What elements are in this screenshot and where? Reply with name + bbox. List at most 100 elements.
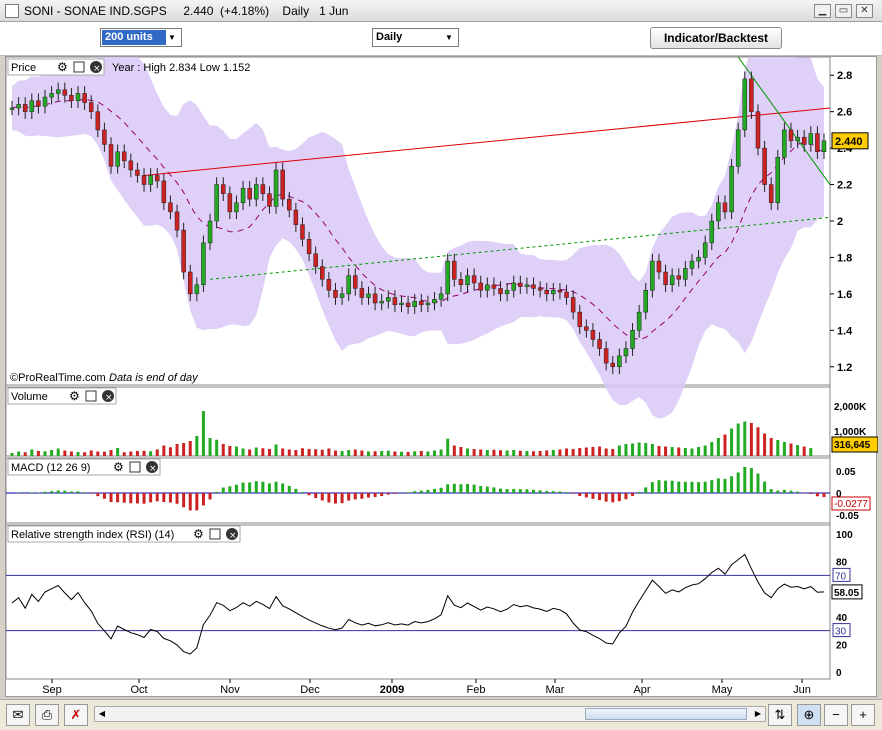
macd-bar	[347, 493, 351, 501]
volume-bar	[683, 448, 687, 456]
macd-bar	[433, 488, 437, 493]
status-bar: ✉ ⎙ ✗ ◀ ▶ ⇅ ⊕ − +	[0, 699, 882, 730]
indicator-backtest-button[interactable]: Indicator/Backtest	[650, 27, 782, 49]
candle-up	[148, 175, 153, 185]
volume-bar	[505, 450, 509, 456]
macd-bar	[749, 468, 753, 493]
volume-bar	[578, 448, 582, 456]
macd-bar	[624, 493, 628, 500]
volume-bar	[413, 451, 417, 456]
volume-bar	[802, 446, 806, 456]
macd-bar	[545, 491, 549, 493]
scroll-right-arrow[interactable]: ▶	[751, 707, 765, 721]
macd-bar	[525, 489, 529, 493]
volume-tick-label: 1,000K	[834, 427, 867, 438]
macd-bar	[512, 488, 516, 493]
close-icon-glyph: ×	[229, 531, 237, 541]
macd-bar	[50, 491, 54, 493]
candle-down	[755, 111, 761, 149]
macd-bar	[617, 493, 621, 502]
volume-tick-label: 2,000K	[834, 402, 867, 413]
candle-up	[636, 311, 642, 331]
print-icon[interactable]: ⎙	[35, 704, 59, 726]
volume-bar	[83, 452, 87, 456]
period-select[interactable]: Daily ▼	[372, 28, 459, 47]
chevron-down-icon[interactable]: ▼	[165, 31, 179, 44]
volume-bar	[789, 443, 793, 456]
volume-bar	[300, 448, 304, 456]
volume-bar	[23, 452, 27, 456]
year-high-low: Year : High 2.834 Low 1.152	[112, 62, 250, 74]
macd-bar	[730, 476, 734, 493]
rsi-level-label: 30	[835, 627, 847, 638]
scroll-left-arrow[interactable]: ◀	[95, 707, 109, 721]
chart-scrollbar[interactable]: ◀ ▶	[94, 706, 766, 722]
candle-up	[689, 260, 695, 269]
volume-bar	[525, 451, 529, 456]
macd-bar	[657, 480, 661, 493]
candle-down	[768, 184, 774, 204]
volume-bar	[129, 451, 133, 456]
candle-down	[320, 266, 325, 280]
macd-bar	[809, 493, 813, 494]
volume-bar	[96, 451, 100, 456]
candle-down	[187, 271, 193, 295]
candle-up	[346, 275, 351, 295]
candle-up	[207, 220, 213, 244]
minimize-button[interactable]: ▁	[814, 4, 831, 18]
volume-bar	[446, 438, 450, 456]
volume-bar	[340, 451, 344, 456]
macd-bar	[782, 489, 786, 493]
volume-bar	[736, 423, 740, 456]
units-select[interactable]: 200 units ▼	[100, 28, 182, 47]
volume-bar	[50, 450, 54, 456]
maximize-button[interactable]: ▭	[835, 4, 852, 18]
macd-bar	[228, 486, 232, 493]
volume-bar	[195, 436, 199, 456]
macd-bar	[135, 493, 139, 504]
x-axis-label: Jun	[793, 684, 811, 696]
email-icon[interactable]: ✉	[6, 704, 30, 726]
candle-up	[729, 166, 734, 213]
chart-svg[interactable]: 2.82.62.42.221.81.61.41.22.440Price⚙×Vol…	[6, 57, 878, 698]
volume-bar	[43, 451, 47, 456]
delete-icon[interactable]: ✗	[64, 704, 88, 726]
volume-bar	[650, 444, 654, 456]
chevron-down-icon[interactable]: ▼	[442, 31, 456, 44]
chart-area[interactable]: 2.82.62.42.221.81.61.41.22.440Price⚙×Vol…	[5, 56, 878, 698]
candle-up	[425, 302, 431, 306]
rsi-level-label: 70	[835, 571, 847, 582]
zoom-out-icon[interactable]: −	[824, 704, 848, 726]
chart-mode-icon[interactable]: ⇅	[768, 704, 792, 726]
zoom-select-icon[interactable]: ⊕	[797, 704, 821, 726]
candle-up	[716, 202, 721, 222]
zoom-in-icon[interactable]: +	[851, 704, 875, 726]
macd-bar	[492, 487, 496, 493]
candle-up	[115, 151, 120, 167]
macd-bar	[353, 493, 357, 500]
volume-bar	[122, 452, 126, 456]
macd-bar	[551, 491, 555, 493]
volume-bar	[631, 443, 635, 456]
volume-bar	[710, 442, 714, 456]
candle-up	[42, 96, 48, 107]
close-button[interactable]: ✕	[856, 4, 873, 18]
macd-bar	[637, 491, 641, 493]
volume-bar	[743, 421, 747, 456]
volume-bar	[76, 452, 80, 456]
volume-bar	[703, 445, 707, 456]
macd-bar	[604, 493, 608, 502]
macd-bar	[234, 484, 238, 493]
scroll-thumb[interactable]	[585, 708, 747, 720]
volume-bar	[664, 446, 668, 456]
volume-bar	[320, 449, 324, 456]
volume-bar	[393, 451, 397, 456]
candle-down	[313, 253, 318, 267]
macd-bar	[426, 489, 430, 493]
macd-bar	[743, 467, 747, 493]
candle-up	[465, 275, 470, 286]
volume-bar	[763, 433, 767, 456]
volume-bar	[426, 451, 430, 456]
volume-bar	[333, 450, 337, 456]
candle-down	[280, 169, 285, 200]
